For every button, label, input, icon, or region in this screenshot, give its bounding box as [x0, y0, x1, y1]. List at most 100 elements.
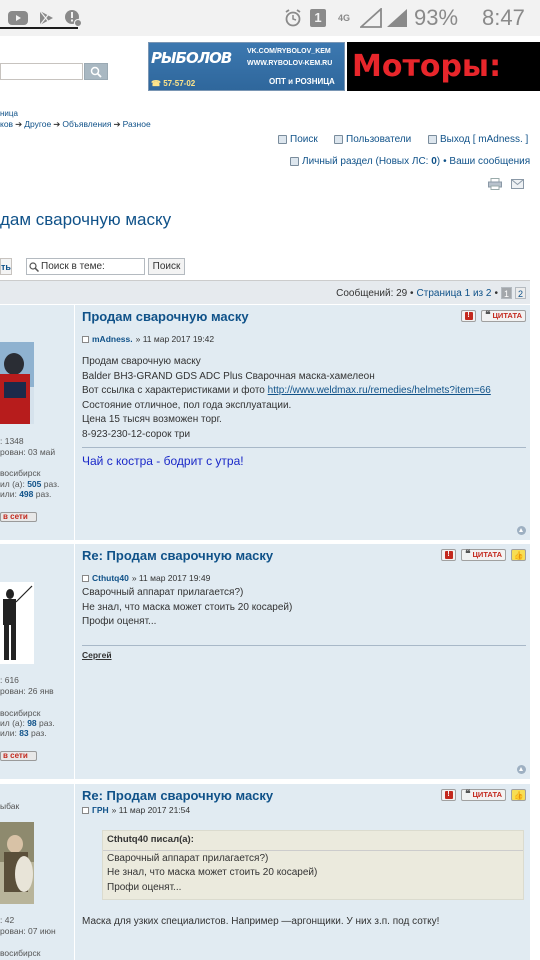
alarm-icon [284, 0, 302, 36]
breadcrumb-forum[interactable]: ница [0, 109, 18, 118]
nav-private-end: ) [436, 156, 441, 167]
city: восибирск [0, 708, 41, 718]
nav-logout[interactable]: Выход [ mAdness. ] [428, 134, 528, 145]
post-title[interactable]: Re: Продам сварочную маску [82, 548, 273, 563]
post-title[interactable]: Re: Продам сварочную маску [82, 788, 273, 803]
report-button[interactable]: ! [441, 549, 457, 561]
registered: рован: 03 май [0, 447, 56, 457]
breadcrumb-item[interactable]: ков [0, 119, 13, 129]
post-buttons: ! ❝ ЦИТАТА 👍 [441, 789, 526, 801]
quote-icon: ❝ [465, 789, 471, 800]
breadcrumb-item[interactable]: Другое [24, 119, 51, 129]
quote-icon: ❝ [485, 310, 491, 321]
thanks-button[interactable]: 👍 [511, 789, 526, 801]
rybolov-ad-banner[interactable]: РЫБОЛОВ VK.COM/RYBOLOV_KEM WWW.RYBOLOV-K… [148, 42, 345, 91]
post-text-line: Balder BH3-GRAND GDS ADC Plus Сварочная … [82, 370, 375, 382]
search-icon [90, 66, 102, 78]
signature: Чай с костра - бодрит с утра! [82, 454, 244, 468]
post-profile: ыбак : 42 рован: 07 июн восибирск [0, 784, 75, 960]
nav-private: Личный раздел (Новых ЛС: 0) • Ваши сообщ… [290, 156, 530, 167]
post-text-line: Профи оценят... [82, 616, 157, 628]
page-2[interactable]: 2 [515, 287, 526, 299]
nav-users[interactable]: Пользователи [334, 134, 411, 145]
topic-search-placeholder: Поиск в теме: [41, 261, 105, 272]
online-badge: в сети [0, 751, 37, 761]
nav-private-label[interactable]: Личный раздел (Новых ЛС: [302, 156, 431, 167]
avatar[interactable] [0, 822, 34, 904]
breadcrumb-top[interactable]: ница [0, 109, 18, 118]
post-text-line: Состояние отличное, пол года эксплуатаци… [82, 399, 292, 411]
thumbs-up-icon: 👍 [513, 550, 524, 560]
quote-button[interactable]: ❝ ЦИТАТА [461, 549, 506, 561]
post-profile: : 616 рован: 26 янв восибирск ил (а): 98… [0, 544, 75, 779]
thumbs-up-icon: 👍 [513, 790, 524, 800]
email-icon[interactable] [511, 179, 524, 189]
post-text-line: Не знал, что маска может стоить 20 косар… [82, 601, 293, 613]
thanked: ил (а): 505 раз. [0, 479, 60, 489]
nav-search-label[interactable]: Поиск [290, 134, 318, 145]
signal-icon [360, 0, 382, 36]
breadcrumb-item[interactable]: Разное [123, 119, 151, 129]
back-to-top-icon[interactable] [517, 765, 526, 774]
search-icon [29, 261, 39, 272]
nav-private-link[interactable]: Личный раздел (Новых ЛС: 0) [302, 156, 440, 167]
page-info[interactable]: Страница 1 из 2 [417, 288, 492, 299]
post-date: » 11 мар 2017 19:42 [135, 334, 215, 344]
post-date: » 11 мар 2017 19:49 [131, 573, 211, 583]
quote-icon: ❝ [465, 549, 471, 560]
site-search-input[interactable] [0, 63, 83, 80]
nav-search[interactable]: Поиск [278, 134, 318, 145]
avatar[interactable] [0, 582, 34, 664]
post-icon[interactable] [82, 806, 89, 814]
report-button[interactable]: ! [441, 789, 457, 801]
post-title[interactable]: Продам сварочную маску [82, 309, 249, 324]
battery-level: 93% [414, 5, 459, 30]
print-icon[interactable] [488, 178, 502, 190]
posts-count: : 616 [0, 675, 19, 685]
ad-opt: ОПТ и РОЗНИЦА [269, 77, 335, 86]
ad-vk-link: VK.COM/RYBOLOV_KEM [247, 48, 331, 55]
back-to-top-icon[interactable] [517, 526, 526, 535]
topic-title[interactable]: дам сварочную маску [0, 210, 171, 230]
quote-body: Сварочный аппарат прилагается?) Не знал,… [103, 851, 523, 897]
post-icon[interactable] [82, 335, 89, 343]
post-meta: Cthutq40» 11 мар 2017 19:49 [82, 573, 210, 583]
thanked: ил (а): 98 раз. [0, 718, 55, 728]
topic-search-input[interactable]: Поиск в теме: [26, 258, 145, 275]
pagination-bar: Сообщений: 29 • Страница 1 из 2 • 1 2 [0, 280, 530, 304]
ad-website: WWW.RYBOLOV-KEM.RU [247, 60, 333, 67]
nav-users-label[interactable]: Пользователи [346, 134, 411, 145]
rybolov-logo: РЫБОЛОВ [151, 49, 232, 67]
post-author[interactable]: Cthutq40 [92, 573, 129, 583]
quote-button[interactable]: ❝ ЦИТАТА [481, 310, 526, 322]
post-author[interactable]: mAdness. [92, 334, 133, 344]
post: : 616 рован: 26 янв восибирск ил (а): 98… [0, 544, 530, 779]
nav-logout-label[interactable]: Выход [ mAdness. ] [440, 134, 528, 145]
post-meta: ГРН» 11 мар 2017 21:54 [82, 805, 190, 815]
quote-block: Cthutq40 писал(а): Сварочный аппарат при… [102, 830, 524, 900]
post: : 1348 рован: 03 май восибирск ил (а): 5… [0, 305, 530, 540]
quote-button[interactable]: ❝ ЦИТАТА [461, 789, 506, 801]
site-search-button[interactable] [84, 63, 108, 80]
topic-search-button[interactable]: Поиск [148, 258, 185, 275]
registered: рован: 07 июн [0, 926, 56, 936]
post-text: Маска для узких специалистов. Например —… [82, 916, 440, 927]
motory-ad-banner[interactable]: Моторы: [347, 42, 540, 91]
post-icon[interactable] [82, 574, 89, 582]
post: ыбак : 42 рован: 07 июн восибирск Re: Пр… [0, 784, 530, 960]
quote-line: Профи оценят... [107, 881, 182, 893]
report-icon: ! [444, 791, 453, 799]
nav-your-posts[interactable]: • Ваши сообщения [443, 156, 530, 167]
reply-button[interactable]: ть [0, 258, 12, 275]
post-link[interactable]: http://www.weldmax.ru/remedies/helmets?i… [268, 385, 491, 396]
site-logo-fragment[interactable] [0, 27, 78, 37]
avatar[interactable] [0, 342, 34, 424]
post-text-line: 8-923-230-12-сорок три [82, 428, 191, 440]
city: восибирск [0, 468, 41, 478]
signature[interactable]: Сергей [82, 650, 112, 660]
post-author[interactable]: ГРН [92, 805, 109, 815]
thanks-button[interactable]: 👍 [511, 549, 526, 561]
breadcrumb-item[interactable]: Объявления [62, 119, 111, 129]
report-button[interactable]: ! [461, 310, 477, 322]
signature-separator [82, 645, 526, 646]
